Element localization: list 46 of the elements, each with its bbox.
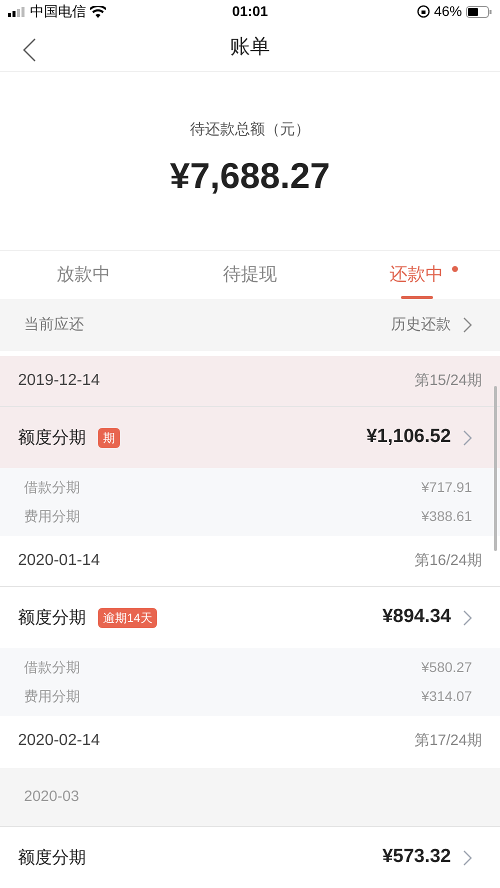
overdue-badge: 逾期14天 bbox=[98, 608, 158, 628]
back-button[interactable] bbox=[22, 38, 36, 62]
period-label: 第15/24期 bbox=[414, 370, 482, 391]
period-label: 第16/24期 bbox=[414, 550, 482, 571]
installment-row[interactable]: 额度分期 期 ¥1,106.52 bbox=[0, 406, 500, 468]
installment-label: 额度分期 bbox=[18, 606, 86, 629]
carrier-name: 中国电信 bbox=[30, 2, 86, 22]
breakdown-amount: ¥717.91 bbox=[421, 478, 472, 498]
period-label: 第17/24期 bbox=[414, 730, 482, 751]
breakdown-label: 借款分期 bbox=[24, 478, 80, 498]
rotation-lock-icon bbox=[416, 5, 430, 18]
breakdown-label: 费用分期 bbox=[24, 507, 80, 526]
breakdown-label: 借款分期 bbox=[24, 658, 80, 678]
due-date: 2020-01-14 bbox=[18, 551, 100, 572]
installment-amount: ¥573.32 bbox=[382, 845, 451, 870]
installment-label: 额度分期 bbox=[18, 846, 86, 869]
signal-icon bbox=[8, 6, 26, 17]
chevron-right-icon bbox=[463, 610, 472, 626]
chevron-right-icon bbox=[463, 317, 472, 334]
installment-label: 额度分期 bbox=[18, 426, 86, 449]
tab[interactable]: 放款中 bbox=[0, 250, 167, 300]
history-link[interactable]: 历史还款 bbox=[391, 314, 451, 337]
tab[interactable]: 还款中 bbox=[333, 250, 500, 300]
installment-amount: ¥1,106.52 bbox=[366, 425, 451, 450]
battery-icon bbox=[466, 6, 492, 18]
chevron-right-icon bbox=[463, 850, 472, 866]
breakdown-label: 费用分期 bbox=[24, 687, 80, 706]
month-label: 2020-03 bbox=[24, 786, 80, 807]
due-date: 2019-12-14 bbox=[18, 371, 100, 392]
battery-percent: 46% bbox=[434, 2, 462, 22]
page-title: 账单 bbox=[230, 35, 270, 60]
chevron-right-icon bbox=[463, 430, 472, 446]
tab-indicator bbox=[400, 296, 433, 300]
total-amount: ¥7,688.27 bbox=[170, 154, 330, 198]
section-title: 当前应还 bbox=[24, 315, 84, 336]
breakdown-amount: ¥314.07 bbox=[421, 687, 472, 706]
installment-amount: ¥894.34 bbox=[382, 605, 451, 630]
due-date: 2020-02-14 bbox=[18, 731, 100, 752]
clock: 01:01 bbox=[232, 2, 268, 22]
back-icon bbox=[22, 38, 36, 62]
overdue-badge: 期 bbox=[98, 428, 120, 448]
tab[interactable]: 待提现 bbox=[166, 250, 334, 300]
wifi-icon bbox=[90, 6, 106, 18]
breakdown-amount: ¥388.61 bbox=[421, 507, 472, 526]
breakdown-amount: ¥580.27 bbox=[421, 658, 472, 678]
total-label: 待还款总额（元） bbox=[190, 120, 310, 140]
